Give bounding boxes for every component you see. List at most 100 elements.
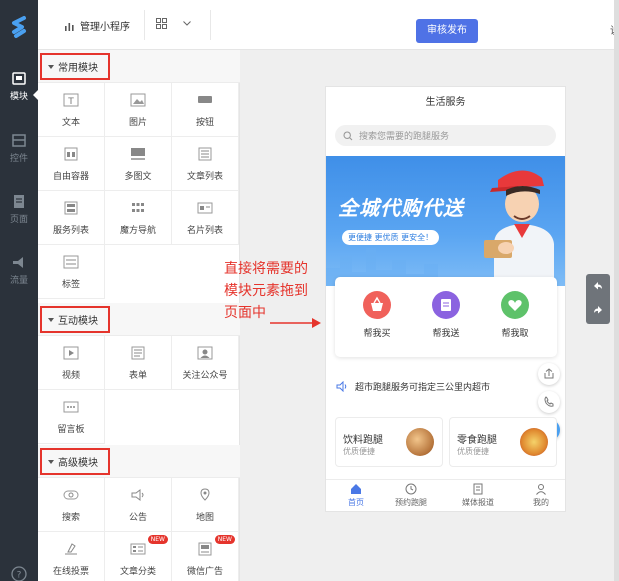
tab-label: 媒体报道: [462, 498, 494, 507]
vote-icon: [65, 543, 77, 555]
module-article-list[interactable]: 文章列表: [172, 137, 239, 191]
map-icon: [200, 488, 210, 501]
errand-card-snacks[interactable]: 零食跑腿 优质便捷: [449, 417, 557, 467]
section-header-advanced[interactable]: 高级模块: [38, 445, 240, 478]
rail-item-widget[interactable]: 控件: [0, 134, 38, 164]
module-icon: [12, 72, 26, 85]
notice-bar[interactable]: 超市跑腿服务可指定三公里内超市: [326, 371, 565, 401]
clock-icon: [405, 483, 417, 495]
module-map[interactable]: 地图: [172, 478, 239, 532]
module-follow-account[interactable]: 关注公众号: [172, 336, 239, 390]
page-icon: [14, 195, 24, 208]
module-vote[interactable]: 在线投票: [38, 532, 105, 581]
help-icon[interactable]: ?: [11, 566, 27, 581]
module-label: 在线投票: [52, 567, 89, 577]
section-header-interactive[interactable]: 互动模块: [38, 303, 240, 336]
wechat-ad-icon: [198, 542, 212, 556]
service-deliver[interactable]: 帮我送: [416, 291, 476, 339]
module-card-list[interactable]: 名片列表: [172, 191, 239, 245]
document-icon: [473, 483, 483, 495]
redo-icon[interactable]: [592, 304, 604, 316]
module-text[interactable]: T 文本: [38, 83, 105, 137]
module-service-list[interactable]: 服务列表: [38, 191, 105, 245]
module-label: 微信广告: [186, 567, 223, 577]
undo-redo-controls: [586, 274, 610, 324]
section-header-common[interactable]: 常用模块: [38, 50, 240, 83]
button-icon: [198, 96, 212, 103]
module-wechat-ad[interactable]: NEW 微信广告: [172, 532, 239, 581]
rail-item-traffic[interactable]: 流量: [0, 256, 38, 286]
phone-preview[interactable]: 生活服务 搜索您需要的跑腿服务 全城代购代送 更便捷 更优质 更安全！ 帮我买: [325, 86, 566, 512]
module-label: 地图: [195, 513, 214, 523]
text-icon: T: [63, 93, 79, 107]
module-form[interactable]: 表单: [105, 336, 172, 390]
phone-icon: [544, 396, 554, 407]
module-label: 名片列表: [186, 226, 223, 236]
section-title: 高级模块: [58, 458, 98, 469]
new-badge: NEW: [214, 535, 235, 544]
module-button[interactable]: 按钮: [172, 83, 239, 137]
left-rail: 模块 控件 页面 流量 ?: [0, 0, 38, 581]
rail-item-module[interactable]: 模块: [0, 72, 38, 102]
module-multi-image-text[interactable]: 多图文: [105, 137, 172, 191]
courier-illustration-icon: [484, 170, 554, 282]
undo-icon[interactable]: [592, 280, 604, 292]
heart-icon: [501, 291, 529, 319]
tab-appointment[interactable]: 预约跑腿: [381, 483, 441, 508]
app-logo-icon[interactable]: [6, 14, 32, 40]
rail-item-page[interactable]: 页面: [0, 195, 38, 225]
grid-icon: [156, 18, 167, 29]
drink-image-icon: [406, 428, 434, 456]
cube-nav-icon: [132, 203, 144, 212]
divider: [210, 10, 211, 40]
highlight-box: 常用模块: [40, 53, 110, 80]
module-label: 视频: [61, 371, 80, 381]
section-title: 常用模块: [58, 63, 98, 74]
service-list-icon: [64, 201, 78, 215]
module-announcement[interactable]: 公告: [105, 478, 172, 532]
module-message-board[interactable]: 留言板: [38, 390, 105, 444]
promo-banner[interactable]: 全城代购代送 更便捷 更优质 更安全！: [326, 156, 565, 286]
module-cube-nav[interactable]: 魔方导航: [105, 191, 172, 245]
right-gutter: [614, 0, 619, 581]
home-icon: [351, 484, 361, 494]
phone-call-button[interactable]: [538, 391, 560, 413]
bottom-tab-bar: 首页 预约跑腿 媒体报道 我的: [326, 479, 565, 511]
tab-media[interactable]: 媒体报道: [448, 483, 508, 508]
instruction-annotation: 直接将需要的 模块元素拖到 页面中: [224, 258, 336, 324]
service-buy[interactable]: 帮我买: [347, 291, 407, 339]
module-article-category[interactable]: NEW 文章分类: [105, 532, 172, 581]
rail-item-label: 页面: [9, 215, 28, 225]
service-pickup[interactable]: 帮我取: [485, 291, 545, 339]
module-tag[interactable]: 标签: [38, 245, 105, 299]
module-image[interactable]: 图片: [105, 83, 172, 137]
rail-item-label: 模块: [9, 92, 28, 102]
article-list-icon: [198, 147, 212, 161]
banner-slogan: 更便捷 更优质 更安全！: [342, 230, 440, 245]
layout-selector[interactable]: [156, 18, 191, 29]
tab-label: 预约跑腿: [395, 498, 427, 507]
search-icon: [63, 490, 79, 500]
errand-card-drinks[interactable]: 饮料跑腿 优质便捷: [335, 417, 443, 467]
caret-down-icon: [48, 317, 54, 322]
module-label: 文章分类: [119, 567, 156, 577]
tab-mine[interactable]: 我的: [511, 483, 565, 508]
manage-miniprogram-button[interactable]: 管理小程序: [64, 18, 130, 33]
module-label: 多图文: [124, 172, 152, 182]
module-label: 魔方导航: [119, 226, 156, 236]
search-input[interactable]: 搜索您需要的跑腿服务: [335, 125, 556, 146]
tab-home[interactable]: 首页: [326, 483, 386, 508]
basket-icon: [363, 291, 391, 319]
module-label: 关注公众号: [182, 371, 228, 381]
module-label: 公告: [128, 513, 147, 523]
review-publish-button[interactable]: 审核发布: [416, 19, 478, 43]
announcement-icon: [131, 489, 144, 501]
follow-icon: [197, 346, 213, 360]
module-video[interactable]: 视频: [38, 336, 105, 390]
service-label: 帮我取: [501, 329, 529, 339]
video-icon: [63, 346, 79, 360]
tab-label: 首页: [348, 498, 364, 507]
module-label: 自由容器: [52, 172, 89, 182]
module-search[interactable]: 搜索: [38, 478, 105, 532]
module-container[interactable]: 自由容器: [38, 137, 105, 191]
